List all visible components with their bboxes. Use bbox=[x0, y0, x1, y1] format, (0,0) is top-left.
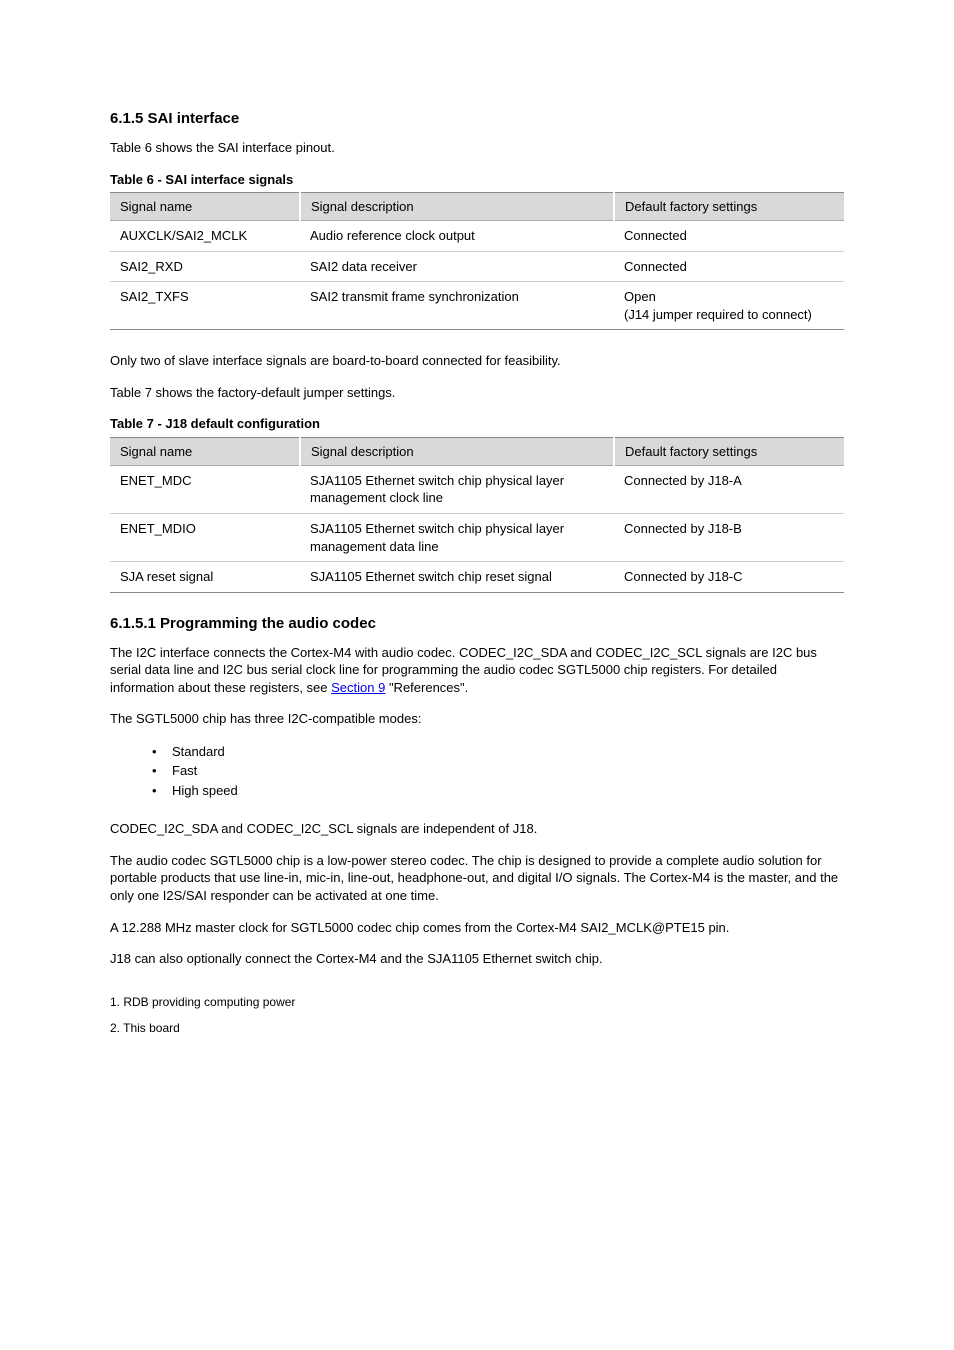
table-row: ENET_MDIO SJA1105 Ethernet switch chip p… bbox=[110, 514, 844, 562]
list-item: Standard bbox=[152, 742, 844, 762]
table-header: Default factory settings bbox=[614, 193, 844, 221]
table-cell: Open (J14 jumper required to connect) bbox=[614, 282, 844, 330]
paragraph: The SGTL5000 chip has three I2C-compatib… bbox=[110, 710, 844, 728]
table-row: SJA reset signal SJA1105 Ethernet switch… bbox=[110, 562, 844, 593]
table-header: Signal description bbox=[300, 193, 614, 221]
table-cell: SJA1105 Ethernet switch chip physical la… bbox=[300, 514, 614, 562]
table-cell: AUXCLK/SAI2_MCLK bbox=[110, 221, 300, 252]
table-cell: SAI2_TXFS bbox=[110, 282, 300, 330]
table-cell: SJA reset signal bbox=[110, 562, 300, 593]
table-row: AUXCLK/SAI2_MCLK Audio reference clock o… bbox=[110, 221, 844, 252]
subsection-heading: 6.1.5.1 Programming the audio codec bbox=[110, 615, 844, 632]
table-row: SAI2_RXD SAI2 data receiver Connected bbox=[110, 251, 844, 282]
list-item: High speed bbox=[152, 781, 844, 801]
table-caption: Table 7 - J18 default configuration bbox=[110, 415, 844, 433]
table-cell: ENET_MDC bbox=[110, 465, 300, 513]
table-cell: SAI2_RXD bbox=[110, 251, 300, 282]
table-caption: Table 6 - SAI interface signals bbox=[110, 171, 844, 189]
paragraph: The I2C interface connects the Cortex-M4… bbox=[110, 644, 844, 697]
section-heading: 6.1.5 SAI interface bbox=[110, 110, 844, 127]
modes-list: Standard Fast High speed bbox=[110, 742, 844, 801]
table-cell: SJA1105 Ethernet switch chip reset signa… bbox=[300, 562, 614, 593]
paragraph-text: "References". bbox=[385, 680, 468, 695]
table-row: ENET_MDC SJA1105 Ethernet switch chip ph… bbox=[110, 465, 844, 513]
section-link[interactable]: Section 9 bbox=[331, 680, 385, 695]
paragraph: Table 7 shows the factory-default jumper… bbox=[110, 384, 844, 402]
table-cell: Connected by J18-C bbox=[614, 562, 844, 593]
paragraph: J18 can also optionally connect the Cort… bbox=[110, 950, 844, 968]
paragraph: Only two of slave interface signals are … bbox=[110, 352, 844, 370]
sai-interface-table: Signal name Signal description Default f… bbox=[110, 192, 844, 330]
table-cell: Audio reference clock output bbox=[300, 221, 614, 252]
table-cell: Connected by J18-A bbox=[614, 465, 844, 513]
list-item: Fast bbox=[152, 761, 844, 781]
table-cell: SJA1105 Ethernet switch chip physical la… bbox=[300, 465, 614, 513]
table-cell: Connected by J18-B bbox=[614, 514, 844, 562]
footnote: 2. This board bbox=[110, 1020, 844, 1036]
table-cell: ENET_MDIO bbox=[110, 514, 300, 562]
j18-config-table: Signal name Signal description Default f… bbox=[110, 437, 844, 593]
footnote: 1. RDB providing computing power bbox=[110, 994, 844, 1010]
table-header: Signal description bbox=[300, 437, 614, 465]
paragraph: CODEC_I2C_SDA and CODEC_I2C_SCL signals … bbox=[110, 820, 844, 838]
table-cell: SAI2 data receiver bbox=[300, 251, 614, 282]
table-header: Signal name bbox=[110, 193, 300, 221]
table-header: Default factory settings bbox=[614, 437, 844, 465]
table-cell: Connected bbox=[614, 251, 844, 282]
paragraph: A 12.288 MHz master clock for SGTL5000 c… bbox=[110, 919, 844, 937]
table-cell: SAI2 transmit frame synchronization bbox=[300, 282, 614, 330]
table-cell: Connected bbox=[614, 221, 844, 252]
paragraph: The audio codec SGTL5000 chip is a low-p… bbox=[110, 852, 844, 905]
table-header: Signal name bbox=[110, 437, 300, 465]
table-row: SAI2_TXFS SAI2 transmit frame synchroniz… bbox=[110, 282, 844, 330]
intro-paragraph: Table 6 shows the SAI interface pinout. bbox=[110, 139, 844, 157]
